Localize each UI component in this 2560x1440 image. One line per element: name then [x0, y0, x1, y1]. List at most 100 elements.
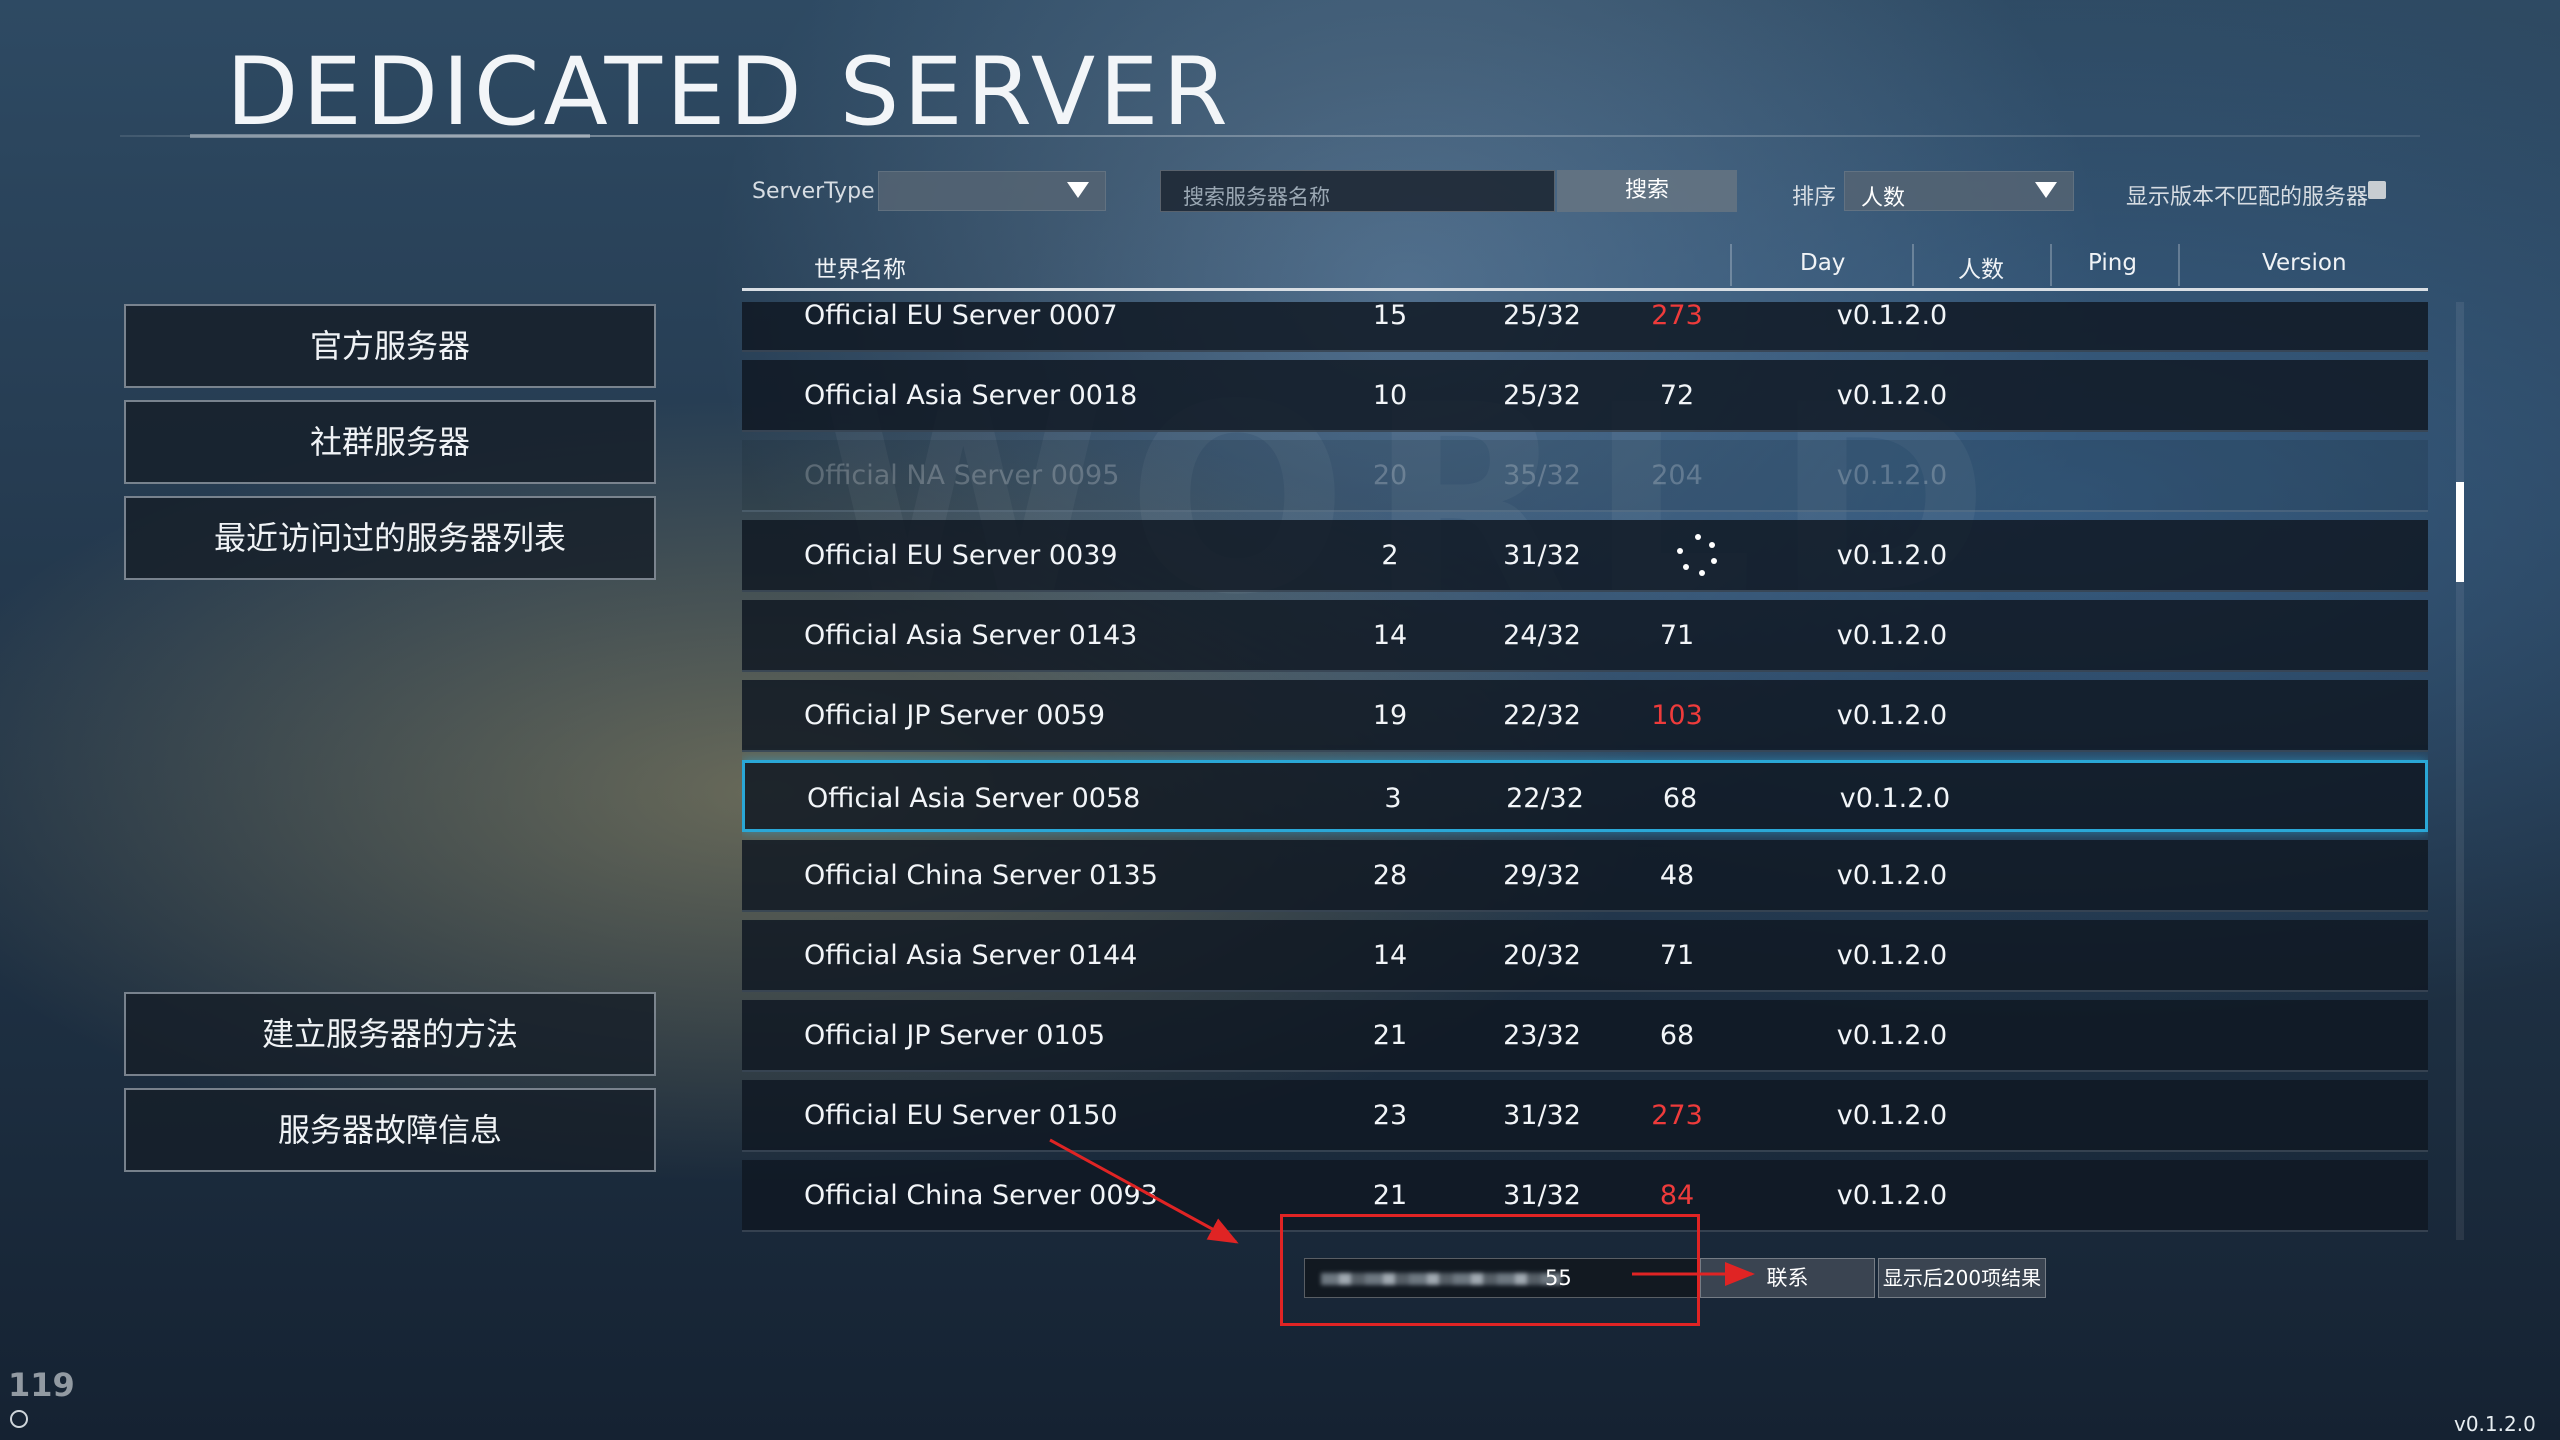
server-row[interactable]: Official EU Server 0150 23 31/32 273 v0.1.2.… [742, 1080, 2428, 1152]
sort-dropdown[interactable]: 人数 [1844, 171, 2074, 211]
sort-label: 排序 [1792, 185, 1837, 210]
col-header-name[interactable]: 世界名称 [814, 250, 906, 284]
server-players: 31/32 [1503, 1180, 1581, 1211]
server-name: Official China Server 0093 [804, 1180, 1158, 1211]
server-version: v0.1.2.0 [1836, 302, 1948, 331]
server-version: v0.1.2.0 [1836, 460, 1948, 491]
nav-community-servers[interactable]: 社群服务器 [124, 400, 656, 484]
server-name: Official JP Server 0105 [804, 1020, 1105, 1051]
server-day: 2 [1381, 540, 1399, 571]
server-players: 25/32 [1503, 302, 1581, 331]
server-name: Official EU Server 0039 [804, 540, 1118, 571]
server-day: 14 [1372, 940, 1408, 971]
server-version: v0.1.2.0 [1836, 1180, 1948, 1211]
server-ping: 204 [1651, 460, 1703, 491]
server-row[interactable]: Official Asia Server 0018 10 25/32 72 v0.1.2… [742, 360, 2428, 432]
server-players: 22/32 [1503, 700, 1581, 731]
server-players: 20/32 [1503, 940, 1581, 971]
mismatch-checkbox[interactable] [2368, 181, 2386, 199]
col-separator [2178, 244, 2180, 286]
nav-how-to-create-server[interactable]: 建立服务器的方法 [124, 992, 656, 1076]
server-day: 14 [1372, 620, 1408, 651]
server-name: Official EU Server 0007 [804, 302, 1118, 331]
server-day: 3 [1384, 783, 1402, 814]
nav-server-issues[interactable]: 服务器故障信息 [124, 1088, 656, 1172]
server-row[interactable]: Official JP Server 0059 19 22/32 103 v0.1.2.… [742, 680, 2428, 752]
server-type-dropdown[interactable] [878, 171, 1106, 211]
server-day: 21 [1372, 1020, 1408, 1051]
nav-recent-servers[interactable]: 最近访问过的服务器列表 [124, 496, 656, 580]
server-name: Official Asia Server 0058 [807, 783, 1141, 814]
col-separator [2050, 244, 2052, 286]
server-name: Official NA Server 0095 [804, 460, 1120, 491]
server-ping: 68 [1659, 1020, 1695, 1051]
chevron-down-icon [2035, 182, 2057, 198]
server-day: 15 [1372, 302, 1408, 331]
col-header-players[interactable]: 人数 [1958, 250, 2004, 284]
server-name: Official China Server 0135 [804, 860, 1158, 891]
server-day: 10 [1372, 380, 1408, 411]
ring-icon [10, 1410, 28, 1428]
server-list-scrollbar[interactable] [2456, 302, 2464, 1240]
server-day: 28 [1372, 860, 1408, 891]
server-players: 35/32 [1503, 460, 1581, 491]
server-version: v0.1.2.0 [1839, 783, 1951, 814]
game-version: v0.1.2.0 [2454, 1412, 2536, 1436]
server-version: v0.1.2.0 [1836, 940, 1948, 971]
server-version: v0.1.2.0 [1836, 1020, 1948, 1051]
server-row[interactable]: Official Asia Server 0143 14 24/32 71 v0.1.2… [742, 600, 2428, 672]
nav-official-servers[interactable]: 官方服务器 [124, 304, 656, 388]
col-separator [1912, 244, 1914, 286]
search-input[interactable]: 搜索服务器名称 [1160, 170, 1555, 212]
loading-spinner-icon [1675, 534, 1719, 578]
server-row[interactable]: Official EU Server 0039 2 31/32 v0.1.2.0 [742, 520, 2428, 592]
chevron-down-icon [1067, 182, 1089, 198]
server-name: Official Asia Server 0144 [804, 940, 1138, 971]
server-players: 29/32 [1503, 860, 1581, 891]
server-list[interactable]: Official EU Server 0007 15 25/32 273 v0.1.2.… [742, 302, 2428, 1240]
sort-value: 人数 [1861, 186, 1906, 211]
server-players: 31/32 [1503, 1100, 1581, 1131]
server-ping: 103 [1651, 700, 1703, 731]
server-row[interactable]: Official EU Server 0007 15 25/32 273 v0.1.2.… [742, 302, 2428, 352]
fps-counter: 119 [8, 1366, 75, 1404]
server-ping: 273 [1651, 302, 1703, 331]
server-row[interactable]: Official Asia Server 0058 3 22/32 68 v0.1.2.… [742, 760, 2428, 832]
table-header: 世界名称 Day 人数 Ping Version [742, 244, 2428, 291]
server-version: v0.1.2.0 [1836, 380, 1948, 411]
server-version: v0.1.2.0 [1836, 620, 1948, 651]
server-players: 23/32 [1503, 1020, 1581, 1051]
server-row[interactable]: Official China Server 0135 28 29/32 48 v0.1.… [742, 840, 2428, 912]
server-ping: 84 [1659, 1180, 1695, 1211]
server-name: Official EU Server 0150 [804, 1100, 1118, 1131]
server-name: Official JP Server 0059 [804, 700, 1105, 731]
server-day: 21 [1372, 1180, 1408, 1211]
server-row[interactable]: Official NA Server 0095 20 35/32 204 v0.1.2.… [742, 440, 2428, 512]
server-day: 23 [1372, 1100, 1408, 1131]
scrollbar-thumb[interactable] [2456, 482, 2464, 582]
connect-button[interactable]: 联系 [1700, 1258, 1875, 1298]
mismatch-label: 显示版本不匹配的服务器 [2126, 185, 2369, 210]
col-separator [1730, 244, 1732, 286]
server-version: v0.1.2.0 [1836, 1100, 1948, 1131]
server-ping: 71 [1659, 940, 1695, 971]
server-players: 22/32 [1506, 783, 1584, 814]
show-next-results-button[interactable]: 显示后200项结果 [1878, 1258, 2046, 1298]
server-row[interactable]: Official JP Server 0105 21 23/32 68 v0.1.2.0 [742, 1000, 2428, 1072]
server-version: v0.1.2.0 [1836, 540, 1948, 571]
col-header-day[interactable]: Day [1800, 250, 1845, 276]
server-players: 31/32 [1503, 540, 1581, 571]
title-accent [190, 134, 590, 138]
search-button[interactable]: 搜索 [1557, 170, 1737, 212]
server-ping: 273 [1651, 1100, 1703, 1131]
server-name: Official Asia Server 0143 [804, 620, 1138, 651]
server-players: 25/32 [1503, 380, 1581, 411]
server-row[interactable]: Official Asia Server 0144 14 20/32 71 v0.1.2… [742, 920, 2428, 992]
server-version: v0.1.2.0 [1836, 860, 1948, 891]
server-players: 24/32 [1503, 620, 1581, 651]
search-placeholder: 搜索服务器名称 [1183, 185, 1330, 209]
server-ping: 68 [1662, 783, 1698, 814]
col-header-version[interactable]: Version [2262, 250, 2347, 276]
server-day: 19 [1372, 700, 1408, 731]
col-header-ping[interactable]: Ping [2088, 250, 2137, 276]
